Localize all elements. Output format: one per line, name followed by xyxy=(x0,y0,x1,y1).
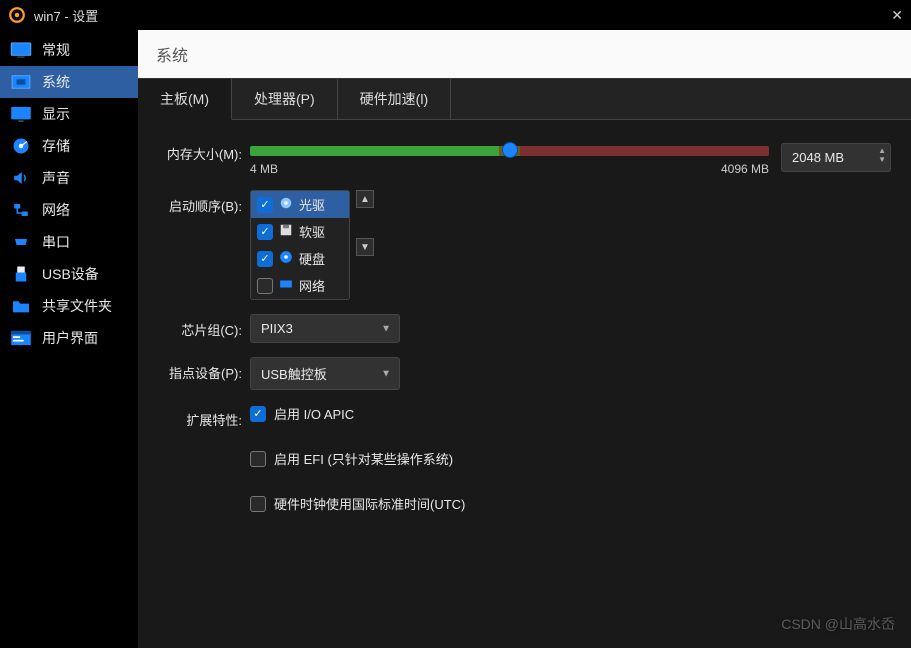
efi-checkbox[interactable] xyxy=(250,451,266,467)
display-icon xyxy=(10,105,32,123)
sidebar-item-usb[interactable]: USB设备 xyxy=(0,258,138,290)
folder-icon xyxy=(10,297,32,315)
memory-slider-thumb[interactable] xyxy=(502,142,518,158)
boot-move-down-button[interactable]: ▼ xyxy=(356,238,374,256)
chevron-down-icon: ▼ xyxy=(381,368,391,379)
boot-move-up-button[interactable]: ▲ xyxy=(356,190,374,208)
monitor-icon xyxy=(10,41,32,59)
boot-check-network[interactable] xyxy=(257,278,273,294)
serial-icon xyxy=(10,233,32,251)
sidebar-item-ui[interactable]: 用户界面 xyxy=(0,322,138,354)
sidebar-item-label: USB设备 xyxy=(42,264,99,284)
sidebar-item-network[interactable]: 网络 xyxy=(0,194,138,226)
boot-check-floppy[interactable]: ✓ xyxy=(257,224,273,240)
cdrom-icon xyxy=(279,196,293,213)
boot-row-floppy[interactable]: ✓ 软驱 xyxy=(251,218,349,245)
boot-row-network[interactable]: 网络 xyxy=(251,272,349,299)
tab-motherboard[interactable]: 主板(M) xyxy=(138,79,232,120)
efi-text: 启用 EFI (只针对某些操作系统) xyxy=(274,449,453,468)
app-gear-icon xyxy=(8,6,26,24)
hdd-icon xyxy=(279,250,293,267)
storage-icon xyxy=(10,137,32,155)
sidebar-item-label: 网络 xyxy=(42,200,70,220)
pointer-label: 指点设备(P): xyxy=(158,357,250,382)
window-title: win7 - 设置 xyxy=(34,6,98,25)
boot-check-hdd[interactable]: ✓ xyxy=(257,251,273,267)
page-title: 系统 xyxy=(138,30,911,79)
memory-max: 4096 MB xyxy=(721,162,769,176)
utc-text: 硬件时钟使用国际标准时间(UTC) xyxy=(274,494,465,513)
tab-processor[interactable]: 处理器(P) xyxy=(232,79,338,119)
bootorder-label: 启动顺序(B): xyxy=(158,190,250,215)
sidebar-item-system[interactable]: 系统 xyxy=(0,66,138,98)
sidebar-item-label: 共享文件夹 xyxy=(42,296,112,316)
watermark: CSDN @山高水岙 xyxy=(781,614,895,634)
close-icon[interactable]: ✕ xyxy=(891,7,903,24)
tab-acceleration[interactable]: 硬件加速(l) xyxy=(338,79,451,119)
sidebar-item-serial[interactable]: 串口 xyxy=(0,226,138,258)
memory-spinbox[interactable]: 2048 MB ▲▼ xyxy=(781,143,891,172)
sidebar-item-general[interactable]: 常规 xyxy=(0,34,138,66)
usb-icon xyxy=(10,265,32,283)
sidebar-item-display[interactable]: 显示 xyxy=(0,98,138,130)
memory-value: 2048 MB xyxy=(792,150,844,165)
memory-min: 4 MB xyxy=(250,162,278,176)
sidebar-item-shared[interactable]: 共享文件夹 xyxy=(0,290,138,322)
boot-check-cdrom[interactable]: ✓ xyxy=(257,197,273,213)
sidebar-item-label: 声音 xyxy=(42,168,70,188)
chevron-down-icon: ▼ xyxy=(381,323,391,334)
boot-row-hdd[interactable]: ✓ 硬盘 xyxy=(251,245,349,272)
extras-label: 扩展特性: xyxy=(158,404,250,429)
chipset-label: 芯片组(C): xyxy=(158,314,250,339)
sidebar-item-label: 存储 xyxy=(42,136,70,156)
sidebar-item-label: 常规 xyxy=(42,40,70,60)
sidebar-item-label: 用户界面 xyxy=(42,328,98,348)
chip-icon xyxy=(10,73,32,91)
ioapic-text: 启用 I/O APIC xyxy=(274,404,354,423)
boot-list[interactable]: ✓ 光驱 ✓ 软驱 ✓ 硬盘 xyxy=(250,190,350,300)
memory-label: 内存大小(M): xyxy=(158,138,250,163)
floppy-icon xyxy=(279,223,293,240)
sidebar-item-label: 系统 xyxy=(42,72,70,92)
memory-slider[interactable] xyxy=(250,146,769,156)
ui-icon xyxy=(10,329,32,347)
pointer-select[interactable]: USB触控板 ▼ xyxy=(250,357,400,390)
titlebar: win7 - 设置 ✕ xyxy=(0,0,911,30)
ioapic-checkbox[interactable]: ✓ xyxy=(250,406,266,422)
speaker-icon xyxy=(10,169,32,187)
sidebar-item-audio[interactable]: 声音 xyxy=(0,162,138,194)
tab-bar: 主板(M) 处理器(P) 硬件加速(l) xyxy=(138,79,911,120)
net-icon xyxy=(279,277,293,294)
chipset-select[interactable]: PIIX3 ▼ xyxy=(250,314,400,343)
sidebar: 常规 系统 显示 存储 声音 网络 串口 USB设备 xyxy=(0,30,138,648)
network-icon xyxy=(10,201,32,219)
boot-row-cdrom[interactable]: ✓ 光驱 xyxy=(251,191,349,218)
utc-checkbox[interactable] xyxy=(250,496,266,512)
sidebar-item-label: 显示 xyxy=(42,104,70,124)
sidebar-item-label: 串口 xyxy=(42,232,70,252)
spinbox-arrows-icon[interactable]: ▲▼ xyxy=(878,146,886,164)
sidebar-item-storage[interactable]: 存储 xyxy=(0,130,138,162)
